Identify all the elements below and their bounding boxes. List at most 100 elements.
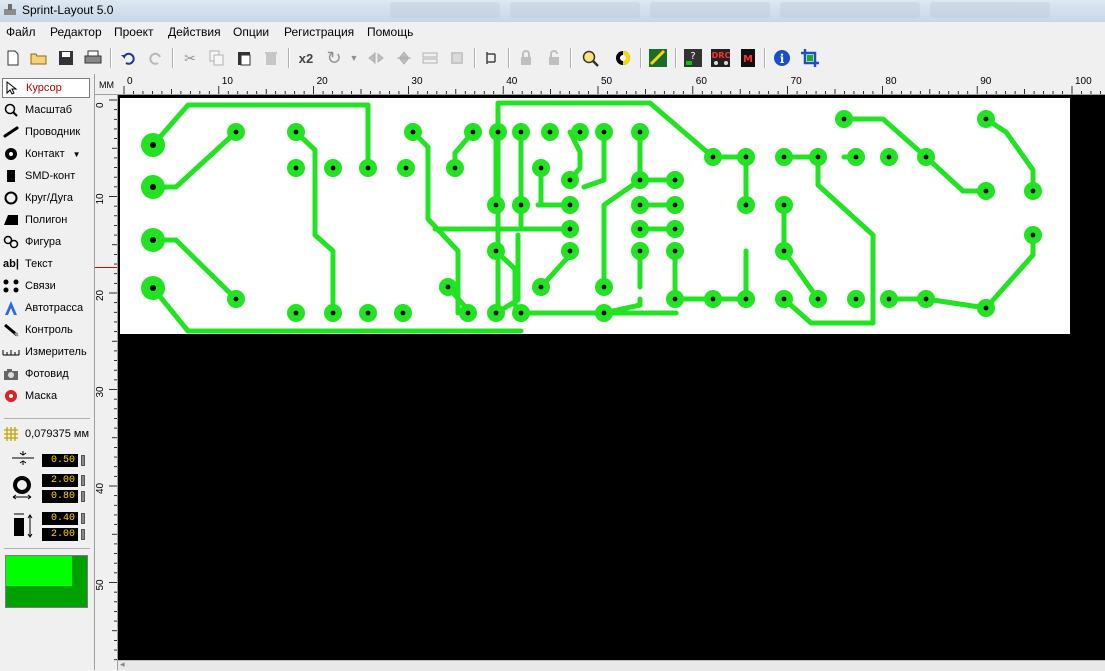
menu-help[interactable]: Помощь [367, 25, 413, 39]
drill-hole [330, 310, 336, 316]
cursor-position-marker [95, 267, 117, 268]
tool-autoroute[interactable]: Автотрасса [2, 298, 90, 318]
camera-icon [2, 366, 20, 382]
tool-connections[interactable]: Связи [2, 276, 90, 296]
pad-inner-spinner[interactable] [81, 491, 85, 502]
drill-hole [547, 129, 553, 135]
drill-hole [150, 184, 156, 190]
drill-hole [853, 154, 859, 160]
track-width-field[interactable]: 0.50 [42, 454, 78, 467]
drill-hole [365, 310, 371, 316]
undo-icon[interactable] [118, 48, 138, 68]
pad-inner-field[interactable]: 0.80 [42, 490, 78, 503]
grid-setting[interactable]: 0,079375 мм [2, 424, 90, 444]
ruler-label: 60 [696, 76, 708, 87]
tool-mask[interactable]: Маска [2, 386, 90, 406]
print-icon[interactable] [83, 48, 103, 68]
paste-icon[interactable] [234, 48, 254, 68]
rotate-icon[interactable]: ↻ [324, 48, 344, 68]
menu-editor[interactable]: Редактор [50, 25, 102, 39]
drill-hole [452, 165, 458, 171]
tool-label: Текст [25, 258, 53, 270]
unlock-icon[interactable] [544, 48, 564, 68]
open-folder-icon[interactable] [29, 48, 49, 68]
menu-options[interactable]: Опции [233, 25, 269, 39]
group-icon[interactable] [447, 48, 467, 68]
tool-label: Фигура [25, 236, 62, 248]
tool-text[interactable]: ab| Текст [2, 254, 90, 274]
drill-hole [853, 296, 859, 302]
delete-icon[interactable] [261, 48, 281, 68]
grid-value: 0,079375 мм [25, 428, 90, 440]
info-icon[interactable]: i [772, 48, 792, 68]
smd-width-field[interactable]: 0.40 [42, 512, 78, 525]
menu-registration[interactable]: Регистрация [284, 25, 354, 39]
tool-shapes[interactable]: Фигура [2, 232, 90, 252]
pad-size-icon [11, 474, 33, 503]
copy-icon[interactable] [207, 48, 227, 68]
align-icon[interactable] [420, 48, 440, 68]
menu-project[interactable]: Проект [114, 25, 154, 39]
tool-circle[interactable]: Круг/Дуга [2, 188, 90, 208]
ruler-top-ticks: 0 10 20 30 40 50 60 70 80 90 100 [123, 76, 1101, 94]
tool-label: Полигон [25, 214, 68, 226]
drc-icon[interactable]: DRC [710, 48, 730, 68]
redo-icon[interactable] [146, 48, 166, 68]
smd-width-spinner[interactable] [81, 513, 85, 524]
pcb-board[interactable] [118, 95, 1105, 660]
pad-outer-field[interactable]: 2.00 [42, 474, 78, 487]
autoroute-icon[interactable] [648, 48, 668, 68]
duplicate-icon[interactable]: x2 [296, 48, 316, 68]
save-icon[interactable] [56, 48, 76, 68]
drill-hole [150, 237, 156, 243]
menu-file[interactable]: Файл [6, 25, 36, 39]
tool-test[interactable]: Контроль [2, 320, 90, 340]
chevron-down-icon[interactable]: ▼ [73, 150, 81, 159]
ruler-top: MM 0 10 20 30 40 50 60 70 80 90 100 [95, 74, 1105, 95]
drill-hole [841, 116, 847, 122]
pad-outer-spinner[interactable] [81, 475, 85, 486]
drill-hole [518, 202, 524, 208]
tool-polygon[interactable]: Полигон [2, 210, 90, 230]
tool-zoom[interactable]: Масштаб [2, 100, 90, 120]
component-icon[interactable] [482, 48, 502, 68]
tool-pad[interactable]: Контакт ▼ [2, 144, 90, 164]
smd-height-field[interactable]: 2.00 [42, 528, 78, 541]
rotate-dropdown-icon[interactable]: ▼ [344, 48, 364, 68]
drill-hole [1030, 188, 1036, 194]
tool-label: Круг/Дуга [25, 192, 74, 204]
track-icon [2, 124, 20, 140]
transparency-icon[interactable] [613, 48, 633, 68]
lock-icon[interactable] [516, 48, 536, 68]
tool-cursor[interactable]: Курсор [2, 78, 90, 98]
drill-hole [983, 116, 989, 122]
layer-color-preview[interactable] [5, 555, 88, 608]
menu-actions[interactable]: Действия [168, 25, 221, 39]
drill-hole [567, 226, 573, 232]
tool-label: SMD-конт [25, 170, 76, 182]
track-width-spinner[interactable] [81, 455, 85, 466]
macro-icon[interactable]: M [738, 48, 758, 68]
tool-track[interactable]: Проводник [2, 122, 90, 142]
tool-label: Фотовид [25, 368, 69, 380]
drill-hole [410, 129, 416, 135]
tool-smd[interactable]: SMD-конт [2, 166, 90, 186]
ruler-label: 50 [95, 579, 106, 591]
tool-photo[interactable]: Фотовид [2, 364, 90, 384]
test-icon[interactable]: ? [683, 48, 703, 68]
drill-hole [400, 310, 406, 316]
drill-hole [365, 165, 371, 171]
horizontal-scrollbar[interactable]: ◂ [118, 659, 1105, 671]
tool-measure[interactable]: Измеритель [2, 342, 90, 362]
drill-hole [601, 129, 607, 135]
smd-height-spinner[interactable] [81, 529, 85, 540]
drill-hole [923, 154, 929, 160]
crop-icon[interactable] [800, 48, 820, 68]
zoom-icon[interactable] [580, 48, 600, 68]
new-file-icon[interactable] [3, 48, 23, 68]
scroll-left-icon[interactable]: ◂ [120, 659, 125, 670]
pcb-canvas[interactable] [118, 95, 1105, 660]
mirror-horizontal-icon[interactable] [366, 48, 386, 68]
mirror-vertical-icon[interactable] [394, 48, 414, 68]
cut-icon[interactable]: ✂ [180, 48, 200, 68]
